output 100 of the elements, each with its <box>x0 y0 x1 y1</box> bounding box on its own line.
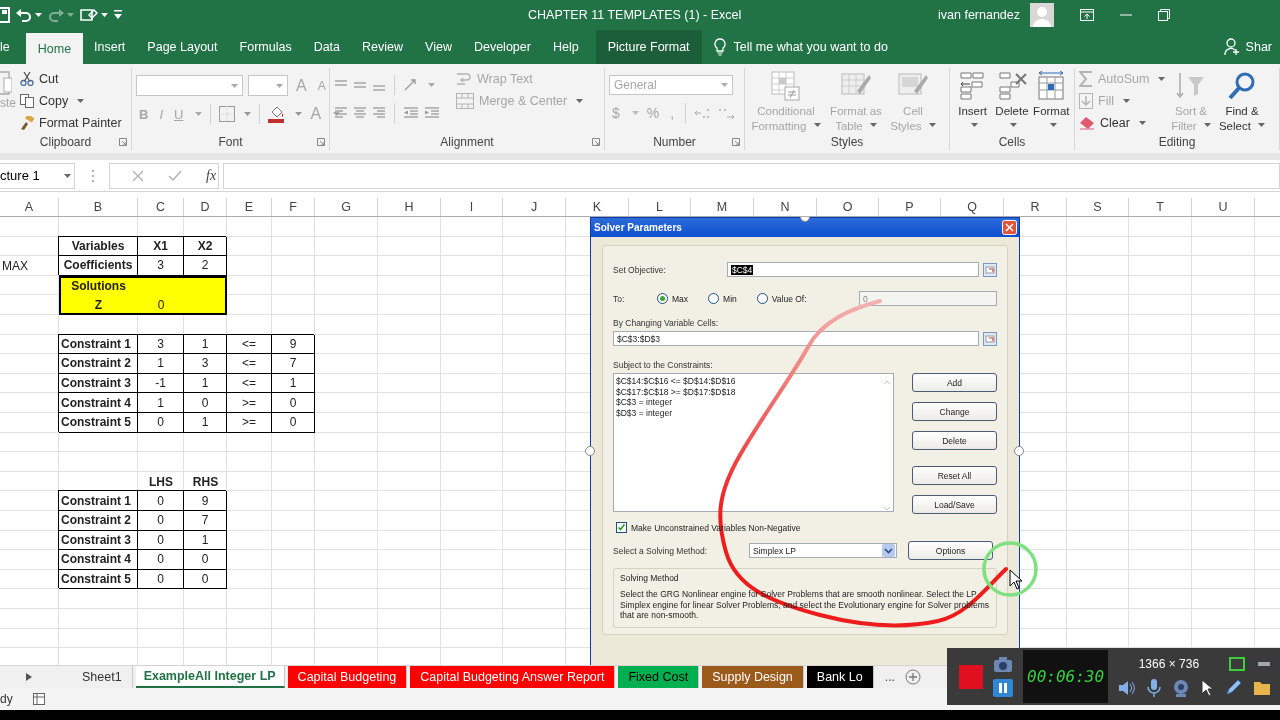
column-header[interactable]: G <box>315 198 378 216</box>
column-header[interactable]: O <box>817 198 879 216</box>
name-box[interactable]: cture 1 <box>0 162 75 189</box>
status-text: dy <box>0 692 13 706</box>
table-cell-text: MAX <box>1 258 29 275</box>
share-button[interactable]: Shar <box>1223 30 1272 64</box>
sheet-tab[interactable]: Capital Budgeting Answer Report <box>410 666 616 688</box>
table-cell: 1 <box>138 354 184 374</box>
list-item[interactable]: $D$3 = integer <box>616 407 736 418</box>
table-cell: <= <box>227 373 272 394</box>
ribbon-tab[interactable]: View <box>414 30 463 64</box>
table-cell: 1 <box>184 530 227 551</box>
insert-function-button[interactable]: fx <box>206 167 217 184</box>
ribbon-button[interactable]: Format <box>1032 68 1070 134</box>
column-header[interactable]: T <box>1129 198 1192 216</box>
sheet-tab[interactable]: Bank Lo <box>806 666 874 688</box>
radio-option[interactable]: Value Of: <box>756 293 807 304</box>
table-cell: Variables <box>59 236 138 257</box>
dialog-title: Solver Parameters <box>594 222 682 233</box>
more-sheets[interactable]: ... <box>884 670 896 684</box>
column-header[interactable]: E <box>227 198 272 216</box>
ribbon-tab[interactable]: Formulas <box>228 30 303 64</box>
ribbon-button[interactable]: Format Painter <box>20 113 122 132</box>
sheet-tab[interactable]: ExampleAll Integer LP <box>135 666 285 688</box>
share-label[interactable]: Shar <box>1245 40 1272 54</box>
table-cell: 3 <box>138 256 184 276</box>
ribbon-tab[interactable]: Picture Format <box>595 30 702 64</box>
column-header[interactable]: H <box>378 198 441 216</box>
method-dropdown[interactable]: Simplex LP <box>749 543 897 558</box>
dialog-button[interactable]: Change <box>912 402 997 421</box>
constraints-list[interactable]: $C$14:$C$16 <= $D$14:$D$16 $C$17:$C$18 >= $D$17:$D$18 $C$3 = integer $D$3 = integer <box>613 373 894 512</box>
ribbon-tab[interactable]: Insert <box>83 30 137 64</box>
table-cell: 9 <box>272 334 315 355</box>
table-cell: 0 <box>138 550 184 570</box>
column-header[interactable]: A <box>0 198 59 216</box>
column-header[interactable]: Q <box>941 198 1004 216</box>
table-cell: 0 <box>138 510 184 531</box>
dialog-button[interactable]: Options <box>908 541 993 560</box>
list-item[interactable]: $C$3 = integer <box>616 397 736 408</box>
ribbon-tab[interactable]: le <box>0 30 26 64</box>
table-cell: 1 <box>184 334 227 355</box>
table-cell: X2 <box>184 236 227 257</box>
ribbon-tab[interactable]: Home <box>25 33 84 64</box>
table-cell: 0 <box>184 550 227 570</box>
sheet-tab[interactable]: Supply Design <box>702 666 804 688</box>
dialog-button[interactable]: Load/Save <box>912 495 997 514</box>
column-header[interactable]: S <box>1067 198 1129 216</box>
field-label: Set Objective: <box>613 264 667 275</box>
dialog-button[interactable]: Reset All <box>912 466 997 485</box>
radio-option[interactable]: Min <box>708 293 737 304</box>
table-cell: Constraint 1 <box>59 334 138 355</box>
table-cell: Constraint 1 <box>59 491 138 511</box>
group-label: Editing <box>1158 135 1196 149</box>
group-label: Number <box>653 134 696 149</box>
dialog-button[interactable]: Add <box>912 373 997 392</box>
column-header[interactable]: C <box>138 198 184 216</box>
variable-cells-field[interactable]: $C$3:$D$3 <box>613 331 979 346</box>
radio-option[interactable]: Max <box>657 293 689 304</box>
table-cell: 0 <box>138 412 184 433</box>
ribbon-button[interactable]: Copy <box>20 91 122 110</box>
sheet-tab[interactable]: Capital Budgeting <box>287 666 408 688</box>
objective-field[interactable]: $C$4 <box>727 262 979 277</box>
dialog-button[interactable]: Delete <box>912 431 997 450</box>
ribbon-button[interactable]: Find & Select <box>1213 68 1271 134</box>
table-cell: <= <box>227 354 272 374</box>
column-header[interactable]: M <box>691 198 754 216</box>
table-cell: 1 <box>138 393 184 413</box>
column-header[interactable]: I <box>441 198 503 216</box>
field-label: Select a Solving Method: <box>613 545 709 556</box>
ribbon-button[interactable]: Delete <box>993 68 1031 134</box>
table-cell: 0 <box>138 530 184 551</box>
field-label: By Changing Variable Cells: <box>613 318 720 328</box>
column-header[interactable]: P <box>879 198 941 216</box>
ribbon-tab[interactable]: Review <box>351 30 415 64</box>
tell-me-search[interactable]: Tell me what you want to do <box>713 30 1224 64</box>
column-header[interactable]: U <box>1192 198 1255 216</box>
group-label: Cells <box>998 135 1026 149</box>
ribbon-tab[interactable]: Help <box>541 30 590 64</box>
column-header[interactable]: F <box>272 198 315 216</box>
ribbon-button[interactable]: Cut <box>20 69 122 88</box>
list-item[interactable]: $C$14:$C$16 <= $D$14:$D$16 <box>616 376 736 387</box>
column-header[interactable]: B <box>59 198 138 216</box>
column-header[interactable]: J <box>503 198 566 216</box>
table-cell: -1 <box>138 373 184 394</box>
column-header[interactable]: R <box>1004 198 1067 216</box>
ribbon-button[interactable]: Clear <box>1079 113 1169 132</box>
recording-timer: 00:06:30 <box>1023 650 1109 703</box>
ribbon-button[interactable]: Insert <box>954 68 992 134</box>
column-header[interactable]: K <box>566 198 629 216</box>
column-header[interactable]: D <box>184 198 227 216</box>
ribbon-tab[interactable]: Data <box>302 30 352 64</box>
ribbon-tab[interactable]: Developer <box>462 30 542 64</box>
column-header[interactable]: N <box>754 198 817 216</box>
ribbon-tab[interactable]: Page Layout <box>136 30 229 64</box>
column-header[interactable]: L <box>629 198 691 216</box>
table-cell: Constraint 4 <box>59 550 138 570</box>
table-cell: 0 <box>184 393 227 413</box>
sheet-tab[interactable]: Fixed Cost <box>618 666 700 688</box>
table-cell: 0 <box>272 393 315 413</box>
list-item[interactable]: $C$17:$C$18 >= $D$17:$D$18 <box>616 386 736 397</box>
